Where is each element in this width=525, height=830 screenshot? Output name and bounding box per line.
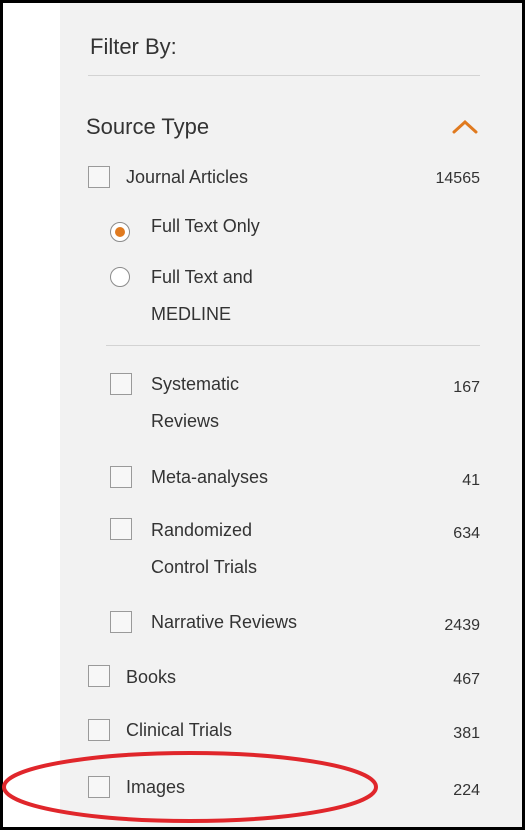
images-highlight-ellipse	[2, 751, 378, 823]
